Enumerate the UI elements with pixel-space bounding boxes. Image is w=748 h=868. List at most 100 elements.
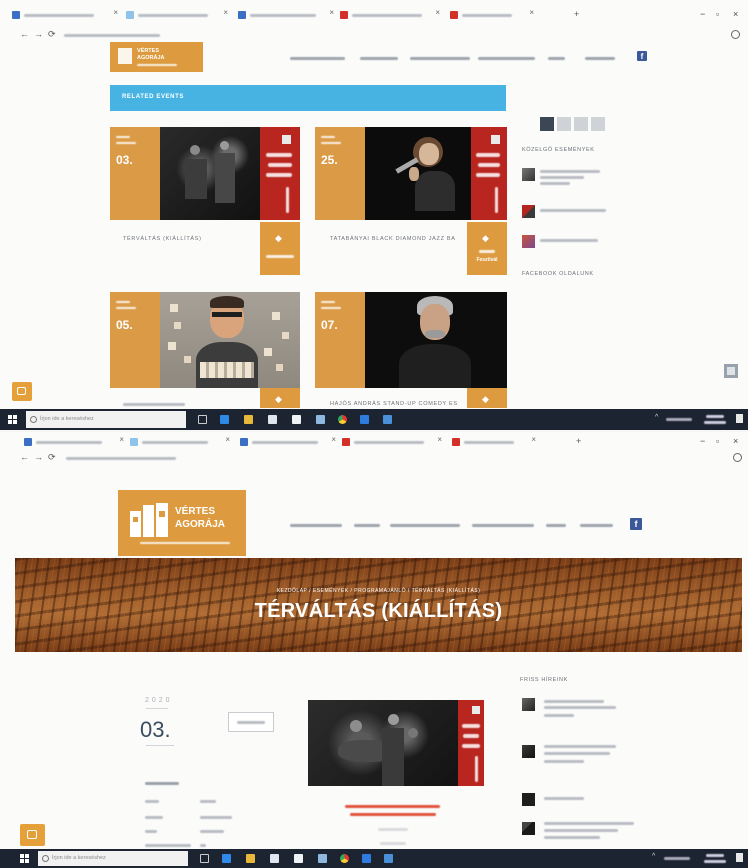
event-caption[interactable]: HAJÓS ANDRÁS STAND-UP COMEDY ES (330, 401, 458, 407)
address-bar[interactable] (66, 457, 176, 460)
browser-tab[interactable]: × (238, 8, 334, 21)
nav-item[interactable] (390, 524, 460, 527)
windows-icon[interactable] (8, 415, 18, 425)
event-card[interactable]: 03. (110, 127, 300, 220)
tray-expand-icon[interactable]: ^ (655, 414, 658, 421)
store-icon[interactable] (270, 854, 279, 863)
event-caption[interactable]: TÉRVÁLTÁS (KIÁLLÍTÁS) (123, 236, 202, 242)
nav-item[interactable] (410, 57, 470, 60)
nav-item[interactable] (290, 524, 342, 527)
event-caption[interactable]: TATABÁNYAI BLACK DIAMOND JAZZ BA (330, 236, 456, 242)
tab-close-icon[interactable]: × (223, 8, 228, 17)
event-note[interactable] (345, 805, 440, 808)
app-icon[interactable] (316, 415, 325, 424)
minimize-icon[interactable]: − (700, 10, 705, 19)
maximize-icon[interactable]: ▫ (716, 437, 719, 446)
profile-icon[interactable] (731, 30, 740, 39)
reload-icon[interactable]: ⟳ (48, 453, 56, 462)
tab-close-icon[interactable]: × (437, 435, 442, 444)
browser-tab[interactable]: × (452, 435, 536, 448)
browser-tab[interactable]: × (240, 435, 336, 448)
chat-widget-button[interactable] (12, 382, 32, 401)
notification-icon[interactable] (736, 414, 743, 423)
facebook-icon[interactable]: f (637, 51, 647, 61)
event-caption[interactable] (123, 403, 185, 406)
tab-close-icon[interactable]: × (331, 435, 336, 444)
nav-item[interactable] (580, 524, 613, 527)
tab-close-icon[interactable]: × (119, 435, 124, 444)
app-icon[interactable] (362, 854, 371, 863)
taskbar-search-box[interactable]: Írjon ide a kereséshez (26, 411, 186, 428)
browser-tab[interactable]: × (24, 435, 124, 448)
event-card[interactable]: 25. (315, 127, 507, 220)
facebook-icon[interactable]: f (630, 518, 642, 530)
sidebar-tab-icon[interactable] (557, 117, 571, 131)
task-view-icon[interactable] (198, 415, 207, 424)
nav-item[interactable] (360, 57, 398, 60)
mail-icon[interactable] (294, 854, 303, 863)
edge-icon[interactable] (220, 415, 229, 424)
maximize-icon[interactable]: ▫ (716, 10, 719, 19)
browser-tab[interactable]: × (12, 8, 118, 21)
event-category-button[interactable]: ◆ (260, 222, 300, 275)
back-icon[interactable]: ← (20, 30, 29, 39)
new-tab-icon[interactable]: + (574, 10, 579, 19)
tray-expand-icon[interactable]: ^ (652, 853, 655, 860)
browser-tab[interactable]: × (126, 8, 228, 21)
site-logo[interactable]: VÉRTES AGORÁJA (118, 490, 246, 556)
sidebar-tab-icon[interactable] (540, 117, 554, 131)
forward-icon[interactable]: → (34, 30, 43, 39)
app-icon[interactable] (384, 854, 393, 863)
tab-close-icon[interactable]: × (531, 435, 536, 444)
back-icon[interactable]: ← (20, 453, 29, 462)
nav-item[interactable] (354, 524, 380, 527)
sidebar-tab-icon[interactable] (574, 117, 588, 131)
event-note[interactable] (350, 813, 436, 816)
browser-tab-active[interactable]: × (342, 435, 442, 448)
browser-tab[interactable]: × (450, 8, 534, 21)
browser-tab[interactable]: × (130, 435, 230, 448)
task-view-icon[interactable] (200, 854, 209, 863)
event-category-button[interactable]: ◆ (260, 388, 300, 408)
app-icon[interactable] (318, 854, 327, 863)
tab-close-icon[interactable]: × (329, 8, 334, 17)
store-icon[interactable] (268, 415, 277, 424)
chat-widget-button[interactable] (20, 824, 45, 846)
notification-icon[interactable] (736, 853, 743, 862)
chrome-icon[interactable] (340, 854, 349, 863)
app-icon[interactable] (360, 415, 369, 424)
file-explorer-icon[interactable] (244, 415, 253, 424)
address-bar[interactable] (64, 34, 160, 37)
scroll-to-top-button[interactable] (724, 364, 738, 378)
windows-icon[interactable] (20, 854, 30, 864)
event-category-button[interactable]: ◆ (467, 388, 507, 408)
mail-icon[interactable] (292, 415, 301, 424)
forward-icon[interactable]: → (34, 453, 43, 462)
event-card[interactable]: 05. (110, 292, 300, 388)
nav-item[interactable] (290, 57, 345, 60)
app-icon[interactable] (383, 415, 392, 424)
event-category-button[interactable]: ◆ Fesztivál (467, 222, 507, 275)
edge-icon[interactable] (222, 854, 231, 863)
tab-close-icon[interactable]: × (529, 8, 534, 17)
profile-icon[interactable] (733, 453, 742, 462)
nav-item[interactable] (478, 57, 535, 60)
new-tab-icon[interactable]: + (576, 437, 581, 446)
breadcrumb[interactable]: KEZDŐLAP / ESEMÉNYEK / PROGRAMAJÁNLÓ / T… (15, 588, 742, 594)
taskbar-search-box[interactable]: Írjon ide a kereséshez (38, 851, 188, 866)
nav-item[interactable] (585, 57, 615, 60)
nav-item[interactable] (472, 524, 534, 527)
event-card[interactable]: 07. (315, 292, 507, 388)
close-window-icon[interactable]: × (733, 437, 738, 446)
nav-item[interactable] (546, 524, 566, 527)
browser-tab-active[interactable]: × (340, 8, 440, 21)
close-window-icon[interactable]: × (733, 10, 738, 19)
tab-close-icon[interactable]: × (435, 8, 440, 17)
minimize-icon[interactable]: − (700, 437, 705, 446)
file-explorer-icon[interactable] (246, 854, 255, 863)
chrome-icon[interactable] (338, 415, 347, 424)
tab-close-icon[interactable]: × (225, 435, 230, 444)
nav-item[interactable] (548, 57, 565, 60)
reload-icon[interactable]: ⟳ (48, 30, 56, 39)
tab-close-icon[interactable]: × (113, 8, 118, 17)
